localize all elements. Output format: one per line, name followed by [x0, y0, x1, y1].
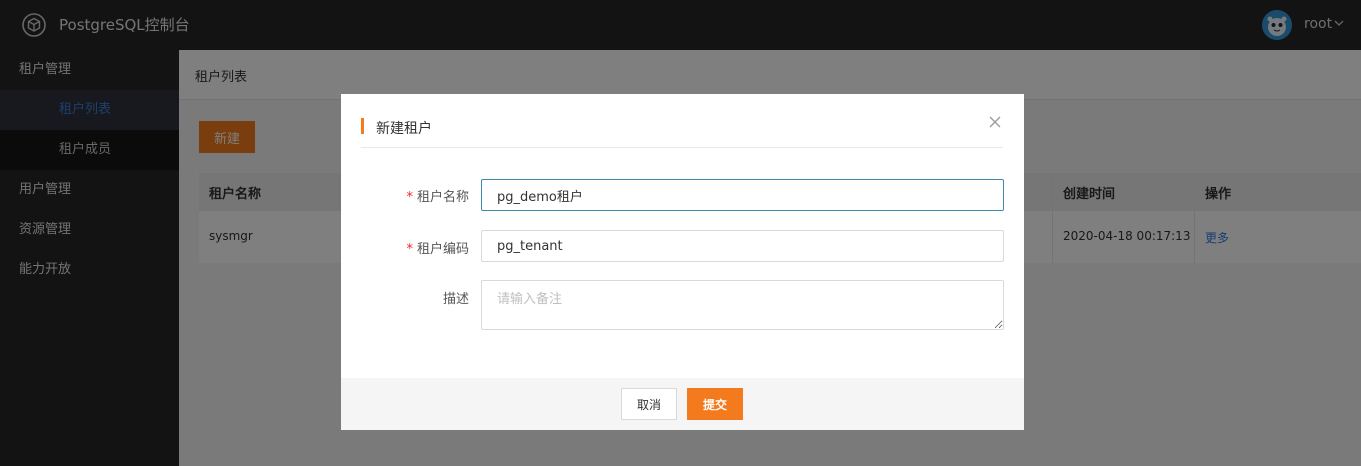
- title-accent-bar: [361, 118, 364, 134]
- label-text: 描述: [442, 292, 469, 307]
- required-asterisk: *: [406, 242, 413, 257]
- cancel-button[interactable]: 取消: [621, 388, 677, 420]
- label-text: 租户编码: [416, 242, 469, 257]
- description-textarea[interactable]: [481, 280, 1004, 330]
- dialog-title: 新建租户: [376, 121, 432, 137]
- new-tenant-dialog: 新建租户 *租户名称 *租户编码 描述 取消 提交: [341, 94, 1024, 430]
- label-text: 租户名称: [416, 190, 469, 205]
- submit-button[interactable]: 提交: [687, 388, 743, 420]
- dialog-footer: 取消 提交: [341, 378, 1024, 430]
- tenant-name-label: * 租户名称: [359, 186, 469, 205]
- divider: [361, 147, 1003, 148]
- tenant-name-input[interactable]: [481, 179, 1004, 211]
- close-icon[interactable]: [988, 115, 1002, 129]
- tenant-code-input[interactable]: [481, 230, 1004, 262]
- required-asterisk: *: [406, 190, 413, 205]
- tenant-code-label: * 租户编码: [359, 238, 469, 257]
- description-label: 描述: [359, 288, 469, 307]
